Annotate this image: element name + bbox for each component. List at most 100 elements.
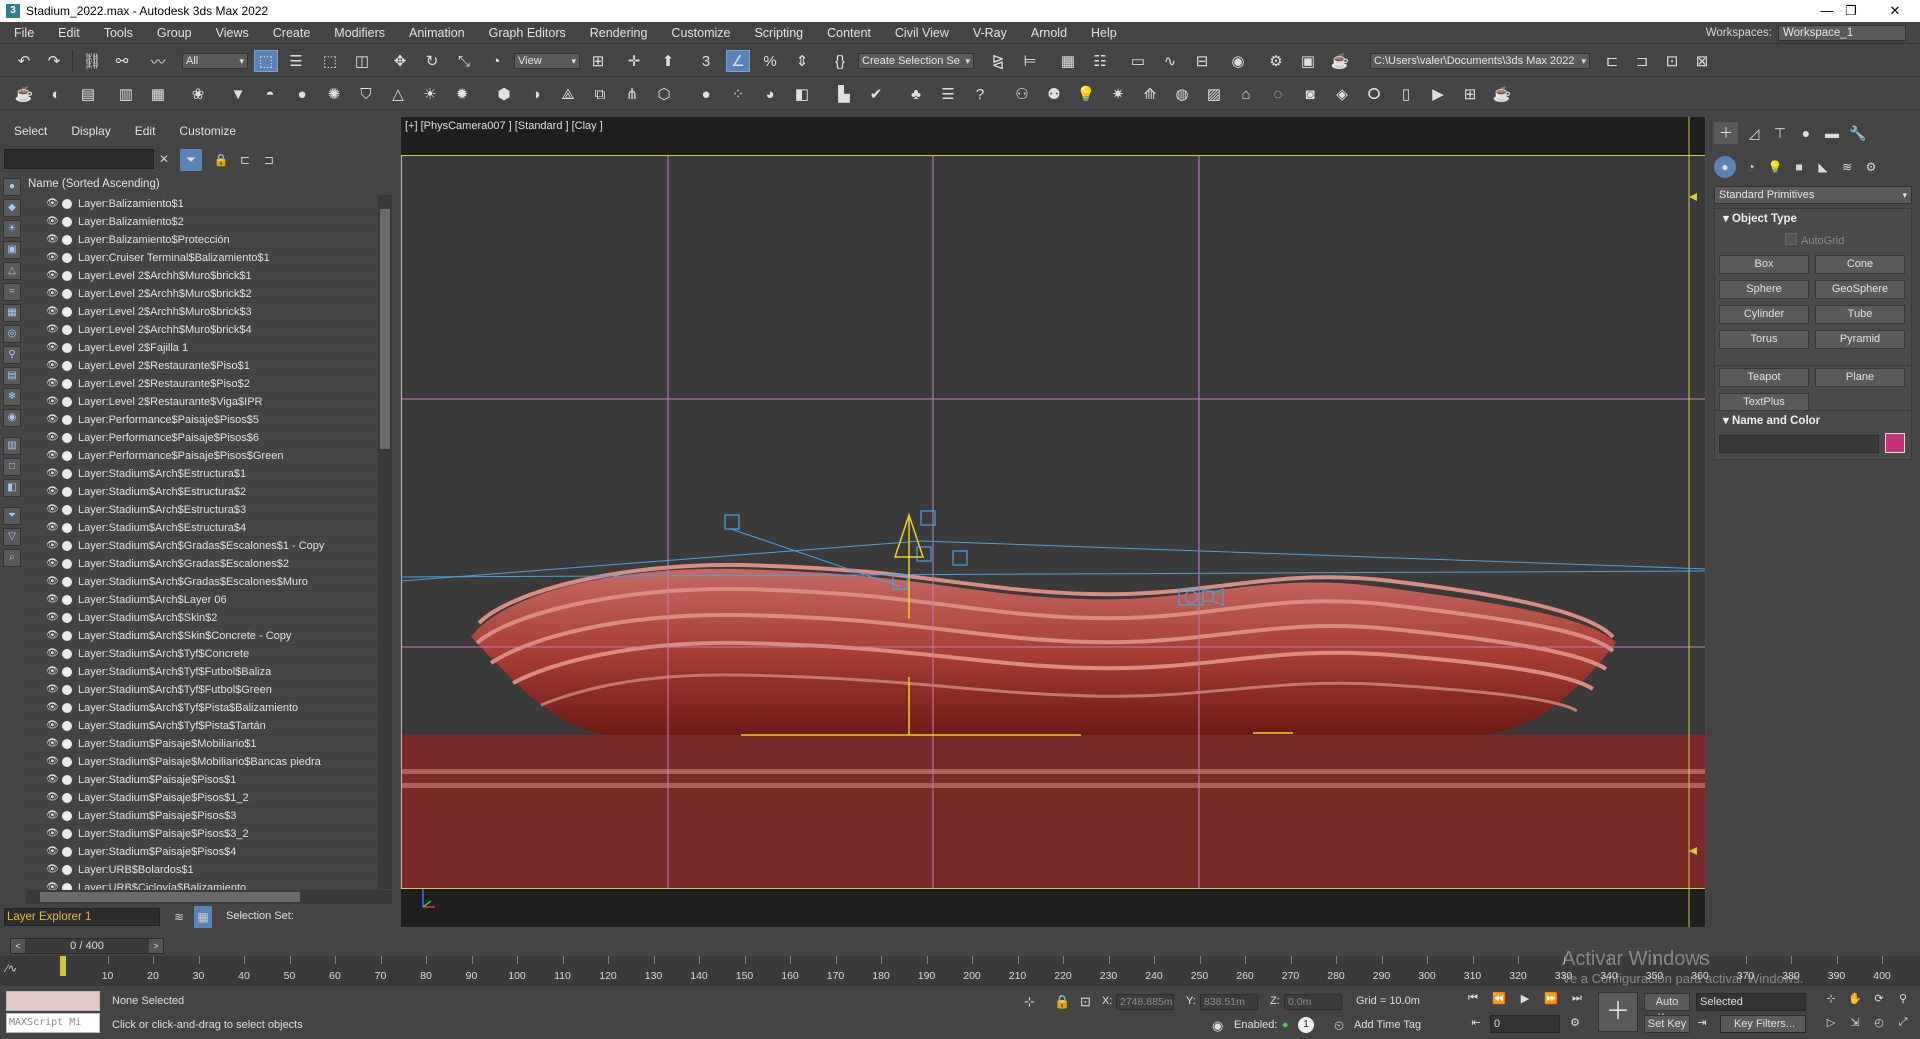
render-toggle-icon[interactable]: [62, 216, 72, 227]
vray-material-converter-icon[interactable]: ◧: [790, 83, 814, 105]
render-toggle-icon[interactable]: [62, 612, 72, 623]
display-containers-icon[interactable]: ▤: [3, 367, 21, 385]
select-manipulate-icon[interactable]: ✛: [622, 50, 646, 72]
layer-row[interactable]: 👁 Layer:Stadium$Arch$Tyf$Futbol$Baliza: [26, 663, 378, 681]
visibility-eye-icon[interactable]: 👁: [46, 339, 60, 357]
selection-filter-dropdown[interactable]: All: [182, 53, 248, 69]
visibility-eye-icon[interactable]: 👁: [46, 807, 60, 825]
render-toggle-icon[interactable]: [62, 576, 72, 587]
roll-icon[interactable]: ◴: [1870, 1016, 1888, 1029]
y-coordinate-field[interactable]: 838.51m: [1200, 994, 1258, 1010]
camera-viewport[interactable]: [+] [PhysCamera007 ] [Standard ] [Clay ]: [400, 116, 1706, 928]
visibility-eye-icon[interactable]: 👁: [46, 213, 60, 231]
layer-row[interactable]: 👁 Layer:Performance$Paisaje$Pisos$5: [26, 411, 378, 429]
menu-arnold[interactable]: Arnold: [1017, 22, 1077, 44]
vray-material-sphere-icon[interactable]: ●: [694, 83, 718, 105]
layer-row[interactable]: 👁 Layer:Stadium$Arch$Gradas$Escalones$1 -…: [26, 537, 378, 555]
undo-icon[interactable]: ↶: [12, 50, 36, 72]
visibility-eye-icon[interactable]: 👁: [46, 465, 60, 483]
vray-render-icon[interactable]: ◐: [44, 83, 68, 105]
layer-row[interactable]: 👁 Layer:Balizamiento$1: [26, 195, 378, 213]
spacewarps-category-icon[interactable]: ≋: [1836, 156, 1858, 178]
visibility-eye-icon[interactable]: 👁: [46, 753, 60, 771]
cone-button[interactable]: Cone: [1815, 255, 1905, 274]
hierarchy-tab-icon[interactable]: ⊤: [1768, 122, 1792, 144]
vray-light-plane-icon[interactable]: ▼: [226, 83, 250, 105]
arnold-mesh-light-icon[interactable]: ⟰: [1138, 83, 1162, 105]
select-object-icon[interactable]: ⬚: [254, 50, 278, 72]
visibility-eye-icon[interactable]: 👁: [46, 771, 60, 789]
render-toggle-icon[interactable]: [62, 234, 72, 245]
render-toggle-icon[interactable]: [62, 432, 72, 443]
vray-help-icon[interactable]: ?: [968, 83, 992, 105]
project-settings-icon[interactable]: ⊡: [1660, 50, 1684, 72]
vray-proxy-icon[interactable]: ⬢: [492, 83, 516, 105]
vray-decal-icon[interactable]: ⬡: [652, 83, 676, 105]
lights-category-icon[interactable]: 💡: [1764, 156, 1786, 178]
render-toggle-icon[interactable]: [62, 810, 72, 821]
walk-through-icon[interactable]: ⚲: [1894, 992, 1912, 1005]
visibility-eye-icon[interactable]: 👁: [46, 357, 60, 375]
restore-button[interactable]: ❐: [1828, 0, 1874, 22]
display-spacewarps-icon[interactable]: ≈: [3, 283, 21, 301]
teapot-icon[interactable]: ☕: [12, 83, 36, 105]
hierarchy-icon[interactable]: ⊏: [236, 149, 254, 171]
menu-rendering[interactable]: Rendering: [576, 22, 658, 44]
layer-row[interactable]: 👁 Layer:Level 2$Fajilla 1: [26, 339, 378, 357]
arnold-portal-icon[interactable]: ◍: [1170, 83, 1194, 105]
render-toggle-icon[interactable]: [62, 594, 72, 605]
arnold-teapot-icon[interactable]: ☕: [1490, 83, 1514, 105]
go-to-end-icon[interactable]: ⏭: [1568, 992, 1586, 1005]
render-toggle-icon[interactable]: [62, 504, 72, 515]
render-toggle-icon[interactable]: [62, 396, 72, 407]
arnold-light-icon[interactable]: 💡: [1074, 83, 1098, 105]
selection-set-toggle-icon[interactable]: ▦: [194, 906, 212, 928]
layer-row[interactable]: 👁 Layer:Stadium$Arch$Estructura$3: [26, 501, 378, 519]
menu-help[interactable]: Help: [1077, 22, 1127, 44]
display-geometry-icon[interactable]: ●: [3, 178, 21, 196]
layer-row[interactable]: 👁 Layer:Stadium$Arch$Tyf$Pista$Tartán: [26, 717, 378, 735]
visibility-eye-icon[interactable]: 👁: [46, 843, 60, 861]
layer-row[interactable]: 👁 Layer:Stadium$Paisaje$Pisos$1: [26, 771, 378, 789]
rectangular-selection-icon[interactable]: ⬚: [318, 50, 342, 72]
filter-icon[interactable]: ⏷: [180, 149, 202, 171]
menu-edit[interactable]: Edit: [44, 22, 90, 44]
mirror-icon[interactable]: ⧎: [986, 50, 1010, 72]
visibility-eye-icon[interactable]: 👁: [46, 861, 60, 879]
render-toggle-icon[interactable]: [62, 378, 72, 389]
layer-row[interactable]: 👁 Layer:Stadium$Paisaje$Mobiliario$1: [26, 735, 378, 753]
go-to-start-icon[interactable]: ⏮: [1464, 992, 1482, 1005]
arnold-render-icon[interactable]: ⚇: [1010, 83, 1034, 105]
time-slider[interactable]: < 0 / 400 >: [10, 938, 164, 954]
layer-row[interactable]: 👁 Layer:Stadium$Arch$Skin$Concrete - Copy: [26, 627, 378, 645]
unlink-icon[interactable]: ⚯: [110, 50, 134, 72]
layer-explorer-dropdown[interactable]: Layer Explorer 1: [4, 908, 160, 926]
layer-row[interactable]: 👁 Layer:Stadium$Arch$Estructura$4: [26, 519, 378, 537]
visibility-eye-icon[interactable]: 👁: [46, 267, 60, 285]
vray-bitmap-icon[interactable]: ▙: [832, 83, 856, 105]
arnold-frame-icon[interactable]: ▶: [1426, 83, 1450, 105]
display-none-icon[interactable]: □: [3, 458, 21, 476]
torus-button[interactable]: Torus: [1719, 330, 1809, 349]
3dsmax-app-icon[interactable]: 3: [6, 4, 20, 18]
orbit-icon[interactable]: ⟳: [1870, 992, 1888, 1005]
visibility-eye-icon[interactable]: 👁: [46, 591, 60, 609]
name-color-header[interactable]: ▾ Name and Color: [1715, 411, 1911, 431]
layer-row[interactable]: 👁 Layer:Level 2$Restaurante$Piso$1: [26, 357, 378, 375]
visibility-eye-icon[interactable]: 👁: [46, 321, 60, 339]
time-cursor[interactable]: [60, 956, 66, 976]
render-toggle-icon[interactable]: [62, 702, 72, 713]
key-mode-dropdown[interactable]: Selected: [1696, 993, 1806, 1011]
toggle-layer-explorer-icon[interactable]: ☷: [1088, 50, 1112, 72]
arnold-photometric-icon[interactable]: ⌂: [1234, 83, 1258, 105]
viewport-label-menu[interactable]: [+] [PhysCamera007 ] [Standard ] [Clay ]: [405, 120, 603, 132]
time-tag-icon[interactable]: ⏲: [1334, 1018, 1344, 1034]
display-cameras-icon[interactable]: ▣: [3, 241, 21, 259]
next-frame-arrow[interactable]: >: [149, 939, 163, 953]
prev-frame-arrow[interactable]: <: [11, 939, 25, 953]
visibility-eye-icon[interactable]: 👁: [46, 825, 60, 843]
render-toggle-icon[interactable]: [62, 864, 72, 875]
layer-row[interactable]: 👁 Layer:Stadium$Arch$Tyf$Pista$Balizamien…: [26, 699, 378, 717]
select-by-name-icon[interactable]: ☰: [284, 50, 308, 72]
layer-row[interactable]: 👁 Layer:Stadium$Paisaje$Pisos$3: [26, 807, 378, 825]
